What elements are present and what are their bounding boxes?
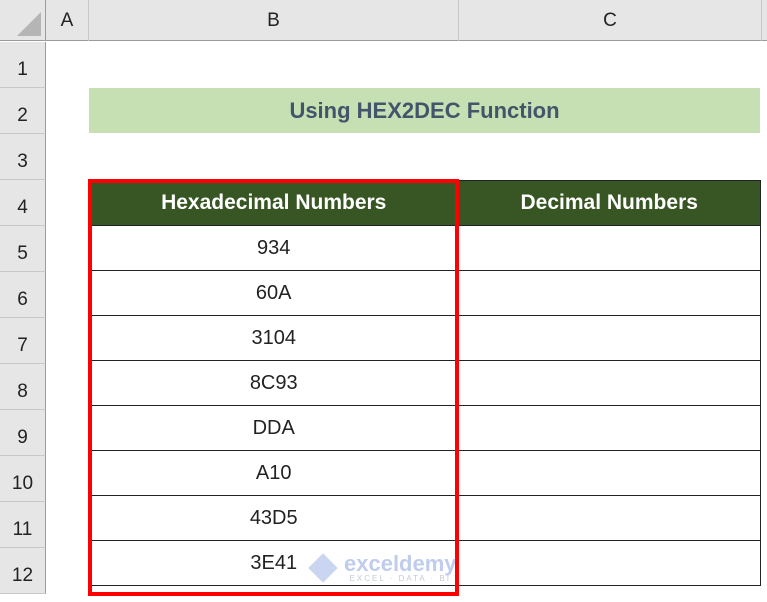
row-header-4[interactable]: 4	[0, 180, 46, 226]
hex-cell[interactable]: A10	[88, 450, 459, 496]
decimal-cell[interactable]	[457, 495, 761, 541]
row-header-2[interactable]: 2	[0, 88, 46, 134]
hex-cell[interactable]: 3E41	[88, 540, 459, 586]
header-hexadecimal[interactable]: Hexadecimal Numbers	[88, 180, 459, 226]
hex-table: Hexadecimal Numbers Decimal Numbers 934 6…	[88, 180, 761, 586]
hex-cell[interactable]: 3104	[88, 315, 459, 361]
hex-cell[interactable]: 8C93	[88, 360, 459, 406]
row-header-3[interactable]: 3	[0, 134, 46, 180]
header-decimal[interactable]: Decimal Numbers	[457, 180, 761, 226]
table-row: 60A	[88, 270, 761, 316]
table-row: 3E41	[88, 540, 761, 586]
table-row: 8C93	[88, 360, 761, 406]
row-header-10[interactable]: 10	[0, 456, 46, 502]
table-row: 3104	[88, 315, 761, 361]
decimal-cell[interactable]	[457, 315, 761, 361]
table-row: 934	[88, 225, 761, 271]
select-all-corner[interactable]	[0, 0, 46, 41]
column-header-c[interactable]: C	[459, 0, 762, 41]
hex-cell[interactable]: 43D5	[88, 495, 459, 541]
row-header-11[interactable]: 11	[0, 502, 46, 548]
decimal-cell[interactable]	[457, 270, 761, 316]
decimal-cell[interactable]	[457, 360, 761, 406]
table-row: A10	[88, 450, 761, 496]
decimal-cell[interactable]	[457, 225, 761, 271]
row-header-5[interactable]: 5	[0, 226, 46, 272]
row-header-1[interactable]: 1	[0, 42, 46, 88]
row-header-9[interactable]: 9	[0, 410, 46, 456]
decimal-cell[interactable]	[457, 450, 761, 496]
hex-cell[interactable]: 934	[88, 225, 459, 271]
decimal-cell[interactable]	[457, 540, 761, 586]
hex-cell[interactable]: DDA	[88, 405, 459, 451]
row-header-8[interactable]: 8	[0, 364, 46, 410]
sheet-title[interactable]: Using HEX2DEC Function	[89, 88, 760, 133]
table-row: 43D5	[88, 495, 761, 541]
row-header-12[interactable]: 12	[0, 548, 46, 594]
decimal-cell[interactable]	[457, 405, 761, 451]
column-header-b[interactable]: B	[89, 0, 459, 41]
row-header-7[interactable]: 7	[0, 318, 46, 364]
column-header-a[interactable]: A	[46, 0, 89, 41]
hex-cell[interactable]: 60A	[88, 270, 459, 316]
select-all-triangle-icon	[17, 12, 41, 36]
row-header-6[interactable]: 6	[0, 272, 46, 318]
table-row: DDA	[88, 405, 761, 451]
